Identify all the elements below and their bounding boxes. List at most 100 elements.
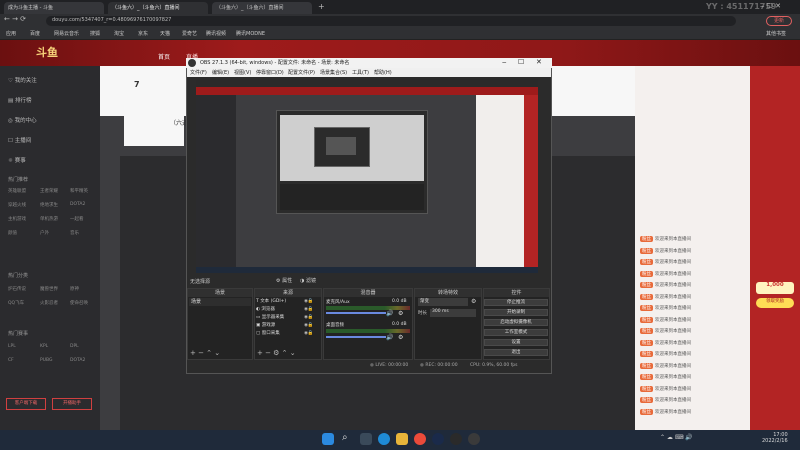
category-link[interactable]: DOTA2 — [70, 202, 85, 207]
category-link[interactable]: DPL — [70, 344, 79, 349]
obs-menu-profile[interactable]: 配置文件(P) — [288, 69, 315, 76]
sidebar-item-room[interactable]: ☐ 主播间 — [8, 136, 31, 144]
source-toolbar-icons[interactable]: + − ⚙ ⌃ ⌄ — [257, 349, 296, 357]
bookmark[interactable]: 腾讯视频 — [206, 30, 226, 37]
speaker-icon[interactable]: 🔊 — [386, 310, 393, 317]
chrome-icon[interactable] — [414, 433, 426, 445]
sidebar-item-events[interactable]: ☼ 赛事 — [8, 156, 26, 164]
gear-icon[interactable]: ⚙ — [398, 310, 403, 317]
file-explorer-icon[interactable] — [396, 433, 408, 445]
category-link[interactable]: 穿越火线 — [8, 202, 26, 208]
category-link[interactable]: 王者荣耀 — [40, 188, 58, 194]
search-icon[interactable]: ⌕ — [342, 432, 348, 443]
task-view-icon[interactable] — [360, 433, 372, 445]
bookmark[interactable]: 百度 — [30, 30, 40, 37]
duration-input[interactable]: 300 ms — [430, 309, 476, 317]
studio-mode-button[interactable]: 工作室模式 — [484, 329, 548, 336]
filters-button[interactable]: ◑ 滤镜 — [300, 277, 316, 284]
browser-tab[interactable]: （斗鱼六）_（斗鱼六）直播间 — [212, 2, 312, 14]
scene-item[interactable]: 场景 — [189, 298, 251, 306]
category-link[interactable]: 主机游戏 — [8, 216, 26, 222]
obs-menu-docks[interactable]: 停靠窗口(D) — [256, 69, 284, 76]
obs-menu-view[interactable]: 视图(V) — [234, 69, 251, 76]
browser-tab-active[interactable]: （斗鱼六）_（斗鱼六）直播间 — [108, 2, 208, 14]
windows-logo-icon[interactable] — [322, 433, 334, 445]
category-link[interactable]: 使命召唤 — [70, 300, 88, 306]
obs-menu-scene-collection[interactable]: 场景集合(S) — [320, 69, 347, 76]
obs-icon[interactable] — [450, 433, 462, 445]
properties-button[interactable]: ⚙ 属性 — [276, 277, 292, 284]
category-link[interactable]: 魔兽世界 — [40, 286, 58, 292]
sidebar-item-center[interactable]: ◎ 我的中心 — [8, 116, 37, 124]
category-link[interactable]: DOTA2 — [70, 358, 85, 363]
category-link[interactable]: KPL — [40, 344, 48, 349]
douyu-logo[interactable]: 斗鱼 — [36, 44, 58, 60]
bookmark[interactable]: 天猫 — [160, 30, 170, 37]
obs-menu-tools[interactable]: 工具(T) — [352, 69, 369, 76]
clock[interactable]: 17:00 2022/2/16 — [762, 432, 788, 444]
settings-button[interactable]: 设置 — [484, 339, 548, 346]
category-link[interactable]: 原神 — [70, 286, 79, 292]
client-download-button[interactable]: 客户端下载 — [6, 398, 46, 410]
bookmark[interactable]: 腾讯MODNE — [236, 30, 265, 37]
bookmark-other[interactable]: 其他书签 — [766, 30, 786, 37]
category-link[interactable]: LPL — [8, 344, 16, 349]
douyu-app-icon[interactable] — [468, 433, 480, 445]
obs-maximize-icon[interactable]: ☐ — [518, 58, 524, 66]
category-link[interactable]: 颜值 — [8, 230, 17, 236]
obs-menu-file[interactable]: 文件(F) — [190, 69, 207, 76]
sidebar-item-rank[interactable]: ▤ 排行榜 — [8, 96, 31, 104]
steam-icon[interactable] — [432, 433, 444, 445]
category-link[interactable]: 火影忍者 — [40, 300, 58, 306]
category-link[interactable]: 一起看 — [70, 216, 84, 222]
bookmark[interactable]: 应用 — [6, 30, 16, 37]
obs-close-icon[interactable]: ✕ — [536, 58, 542, 66]
category-link[interactable]: 户外 — [40, 230, 49, 236]
tray-icons[interactable]: ⌃ ☁ ⌨ 🔊 — [660, 434, 693, 441]
edge-icon[interactable] — [378, 433, 390, 445]
source-item[interactable]: ◐ 浏览器 — [256, 306, 275, 312]
bookmark[interactable]: 京东 — [138, 30, 148, 37]
bookmark[interactable]: 淘宝 — [114, 30, 124, 37]
new-tab-icon[interactable]: + — [318, 2, 325, 11]
scene-toolbar-icons[interactable]: + − ⌃ ⌄ — [190, 349, 220, 357]
category-link[interactable]: 音乐 — [70, 230, 79, 236]
ad-claim-button[interactable]: 领取奖励 — [756, 298, 794, 308]
sidebar-item-follow[interactable]: ♡ 我的关注 — [8, 76, 37, 84]
bookmark[interactable]: 搜狐 — [90, 30, 100, 37]
nav-home[interactable]: 首页 — [158, 52, 170, 61]
source-visibility-icons[interactable]: ◉🔒 ◉🔒 ◉🔒 ◉🔒 ◉🔒 — [304, 298, 314, 338]
obs-menu-help[interactable]: 帮助(H) — [374, 69, 392, 76]
url-input[interactable]: douyu.com/5347407_r=0.48096976170097827 — [46, 16, 736, 26]
category-link[interactable]: 绝地求生 — [40, 202, 58, 208]
virtual-camera-button[interactable]: 启动虚拟摄像机 — [484, 319, 548, 326]
window-controls[interactable]: ‒ ☐ ✕ — [760, 2, 781, 10]
bookmark[interactable]: 网易云音乐 — [54, 30, 79, 37]
exit-button[interactable]: 退出 — [484, 349, 548, 356]
category-link[interactable]: 炉石传说 — [8, 286, 26, 292]
speaker-icon[interactable]: 🔊 — [386, 334, 393, 341]
category-link[interactable]: CF — [8, 358, 14, 363]
category-link[interactable]: 和平精英 — [70, 188, 88, 194]
update-button[interactable]: 更新 — [766, 16, 792, 26]
category-link[interactable]: QQ飞车 — [8, 300, 24, 306]
browser-tab[interactable]: 成为斗鱼主播 - 斗鱼 — [4, 2, 104, 14]
side-ad[interactable] — [750, 66, 800, 430]
stream-helper-button[interactable]: 开播助手 — [52, 398, 92, 410]
bookmark[interactable]: 爱奇艺 — [182, 30, 197, 37]
gear-icon[interactable]: ⚙ — [471, 298, 476, 305]
category-link[interactable]: 单机热游 — [40, 216, 58, 222]
source-item[interactable]: ▣ 游戏源 — [256, 322, 275, 328]
obs-minimize-icon[interactable]: ‒ — [502, 58, 506, 66]
mixer-volume-slider[interactable] — [326, 336, 386, 338]
mixer-volume-slider[interactable] — [326, 312, 386, 314]
stop-streaming-button[interactable]: 停止推流 — [484, 299, 548, 306]
source-item[interactable]: ▢ 窗口采集 — [256, 330, 280, 336]
category-link[interactable]: 英雄联盟 — [8, 188, 26, 194]
nav-arrows-icon[interactable]: ← → ⟳ — [4, 15, 26, 23]
source-item[interactable]: T 文本 (GDI+) — [256, 298, 286, 304]
category-link[interactable]: PUBG — [40, 358, 53, 363]
obs-menu-edit[interactable]: 编辑(E) — [212, 69, 229, 76]
source-item[interactable]: ▭ 显示器采集 — [256, 314, 284, 320]
gear-icon[interactable]: ⚙ — [398, 334, 403, 341]
